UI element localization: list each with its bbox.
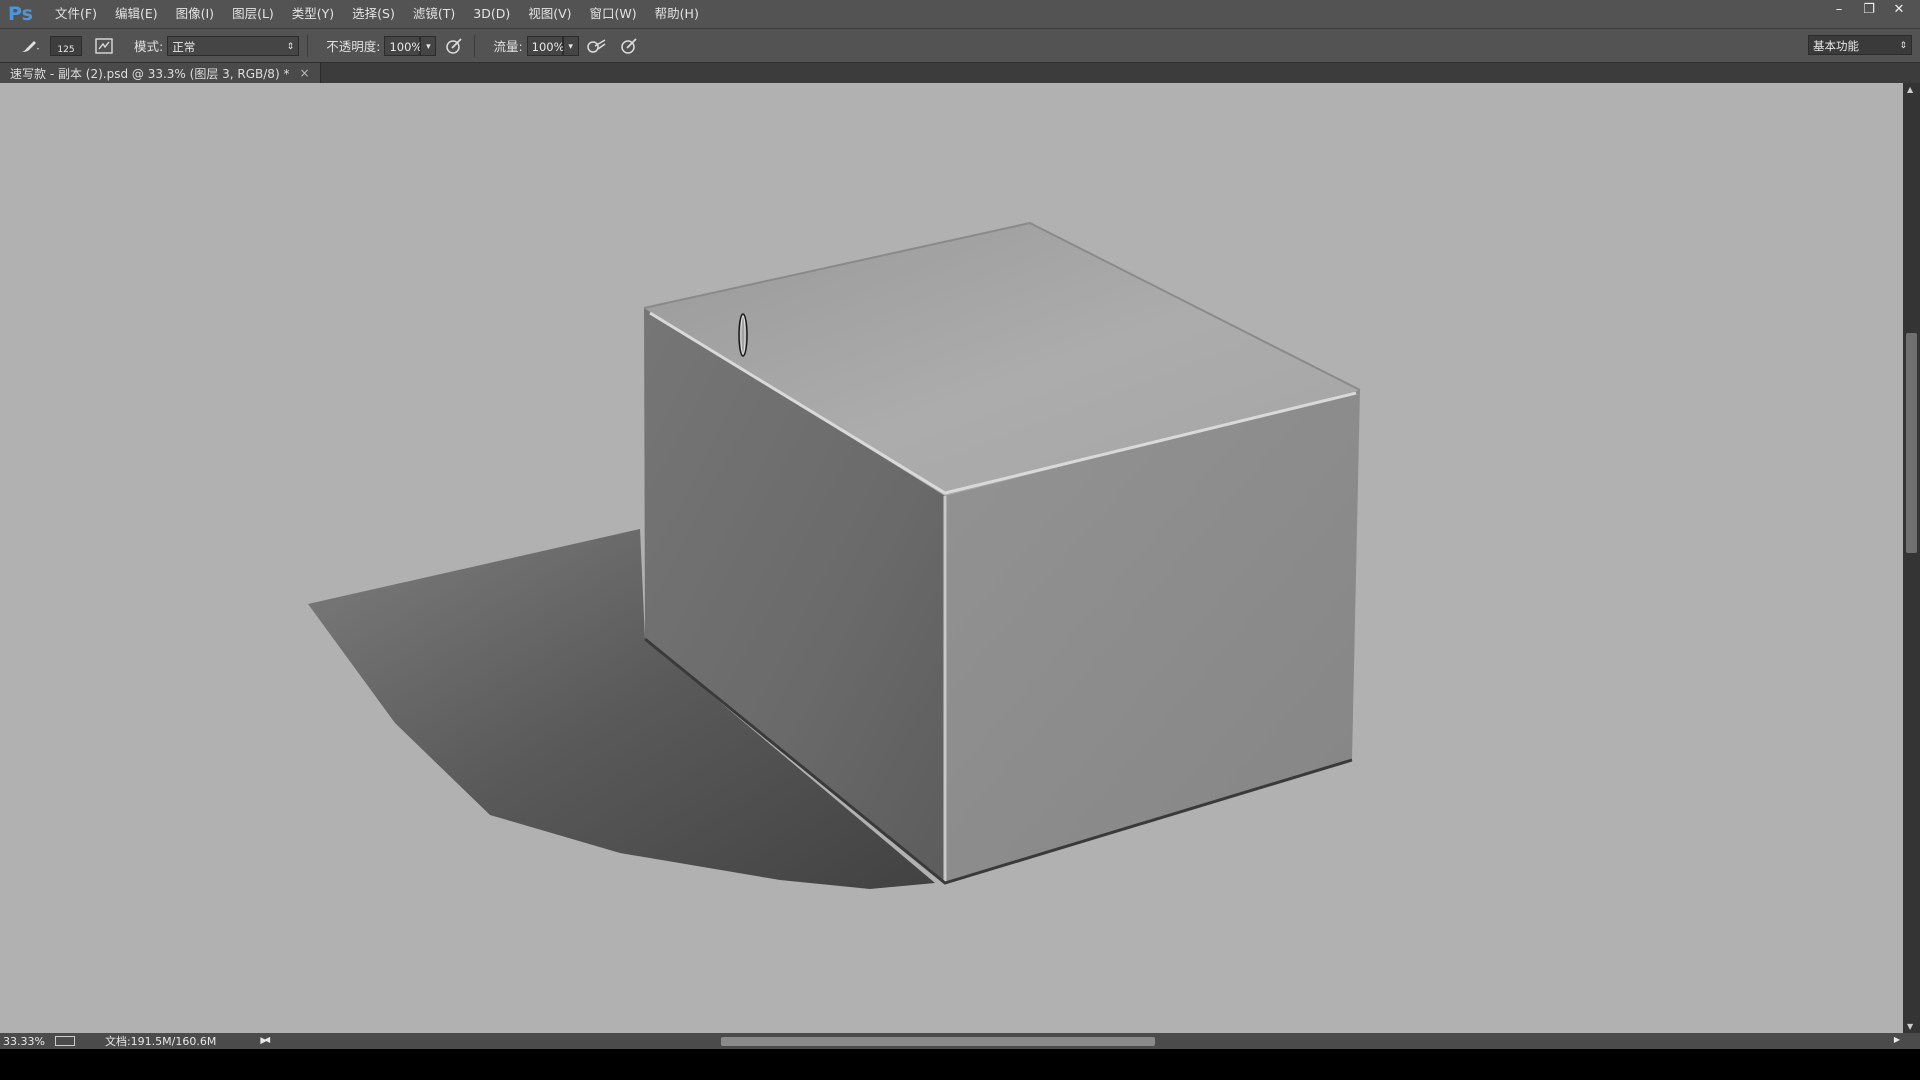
brush-panel-icon (95, 37, 113, 54)
airbrush-icon (586, 38, 606, 53)
document-size-info: 文档:191.5M/160.6M (104, 1035, 217, 1048)
airbrush-toggle[interactable] (585, 35, 609, 57)
menu-filter[interactable]: 滤镜(T) (404, 0, 464, 28)
status-bar: 33.33% 文档:191.5M/160.6M ▶ ◀ ▶ (0, 1033, 1920, 1049)
menu-image[interactable]: 图像(I) (167, 0, 223, 28)
opacity-slider-button[interactable]: ▾ (420, 35, 437, 56)
divider (307, 34, 309, 57)
brush-tool-icon (22, 40, 39, 52)
horizontal-scroll-thumb[interactable] (721, 1037, 1155, 1046)
photoshop-logo: Ps (8, 3, 33, 25)
document-tab[interactable]: 速写款 - 副本 (2).psd @ 33.3% (图层 3, RGB/8) *… (0, 63, 321, 83)
pressure-opacity-toggle[interactable] (442, 35, 466, 57)
mode-select[interactable]: 正常 ⇕ (167, 35, 300, 56)
menu-layer[interactable]: 图层(L) (223, 0, 283, 28)
divider (474, 34, 476, 57)
options-bar: 125 模式: 正常 ⇕ 不透明度: 100% ▾ 流量: 100% ▾ 基本功… (0, 29, 1920, 63)
tablet-pressure-size-icon (620, 37, 637, 54)
main-menu: 文件(F) 编辑(E) 图像(I) 图层(L) 类型(Y) 选择(S) 滤镜(T… (46, 0, 708, 28)
chevron-down-icon: ▾ (426, 41, 431, 52)
flow-slider-button[interactable]: ▾ (562, 35, 579, 56)
bottom-frame (0, 1049, 1920, 1080)
menu-3d[interactable]: 3D(D) (464, 0, 519, 28)
window-controls: – ❐ ✕ (1824, 0, 1914, 18)
flow-input[interactable]: 100% (526, 35, 565, 56)
menu-view[interactable]: 视图(V) (519, 0, 580, 28)
chevron-updown-icon: ⇕ (286, 41, 295, 52)
opacity-label: 不透明度: (326, 39, 381, 54)
close-button[interactable]: ✕ (1884, 0, 1914, 18)
zoom-level[interactable]: 33.33% (3, 1035, 45, 1048)
scroll-up-arrow-icon[interactable]: ▲ (1907, 85, 1913, 94)
opacity-input[interactable]: 100% (384, 35, 423, 56)
menu-bar: Ps 文件(F) 编辑(E) 图像(I) 图层(L) 类型(Y) 选择(S) 滤… (0, 0, 1920, 29)
tablet-pressure-opacity-icon (446, 37, 463, 54)
brush-size-value: 125 (57, 44, 75, 55)
opacity-value: 100% (389, 39, 423, 54)
brush-panel-toggle[interactable] (92, 35, 116, 57)
menu-select[interactable]: 选择(S) (343, 0, 404, 28)
status-preview-icon (54, 1036, 75, 1046)
flow-label: 流量: (493, 39, 523, 54)
workspace-value: 基本功能 (1813, 39, 1859, 53)
document-canvas[interactable] (0, 83, 1903, 1033)
mode-label: 模式: (134, 39, 164, 54)
scroll-right-arrow-icon[interactable]: ▶ (1894, 1035, 1900, 1044)
horizontal-scrollbar[interactable]: ◀ ▶ (264, 1035, 1900, 1047)
menu-edit[interactable]: 编辑(E) (106, 0, 167, 28)
close-tab-icon[interactable]: × (299, 66, 309, 80)
brush-size-picker[interactable]: 125 (50, 35, 82, 56)
menu-window[interactable]: 窗口(W) (581, 0, 646, 28)
scroll-left-arrow-icon[interactable]: ◀ (264, 1035, 270, 1044)
chevron-down-icon: ▾ (568, 41, 573, 52)
menu-type[interactable]: 类型(Y) (283, 0, 343, 28)
menu-help[interactable]: 帮助(H) (646, 0, 708, 28)
scroll-down-arrow-icon[interactable]: ▼ (1907, 1022, 1913, 1031)
mode-value: 正常 (172, 39, 196, 54)
menu-file[interactable]: 文件(F) (46, 0, 106, 28)
vertical-scroll-thumb[interactable] (1906, 333, 1917, 553)
restore-button[interactable]: ❐ (1854, 0, 1884, 18)
workspace-switcher[interactable]: 基本功能 ⇕ (1808, 35, 1912, 55)
vertical-scrollbar[interactable]: ▲ ▼ (1903, 83, 1920, 1033)
flow-value: 100% (531, 39, 565, 54)
brush-tool-preset-picker[interactable] (18, 35, 42, 57)
document-tab-title: 速写款 - 副本 (2).psd @ 33.3% (图层 3, RGB/8) * (10, 66, 290, 81)
chevron-updown-icon: ⇕ (1899, 41, 1907, 51)
minimize-button[interactable]: – (1824, 0, 1854, 18)
cube-artwork (308, 221, 1361, 889)
document-tab-bar: 速写款 - 副本 (2).psd @ 33.3% (图层 3, RGB/8) *… (0, 63, 1920, 83)
pressure-size-toggle[interactable] (617, 35, 641, 57)
